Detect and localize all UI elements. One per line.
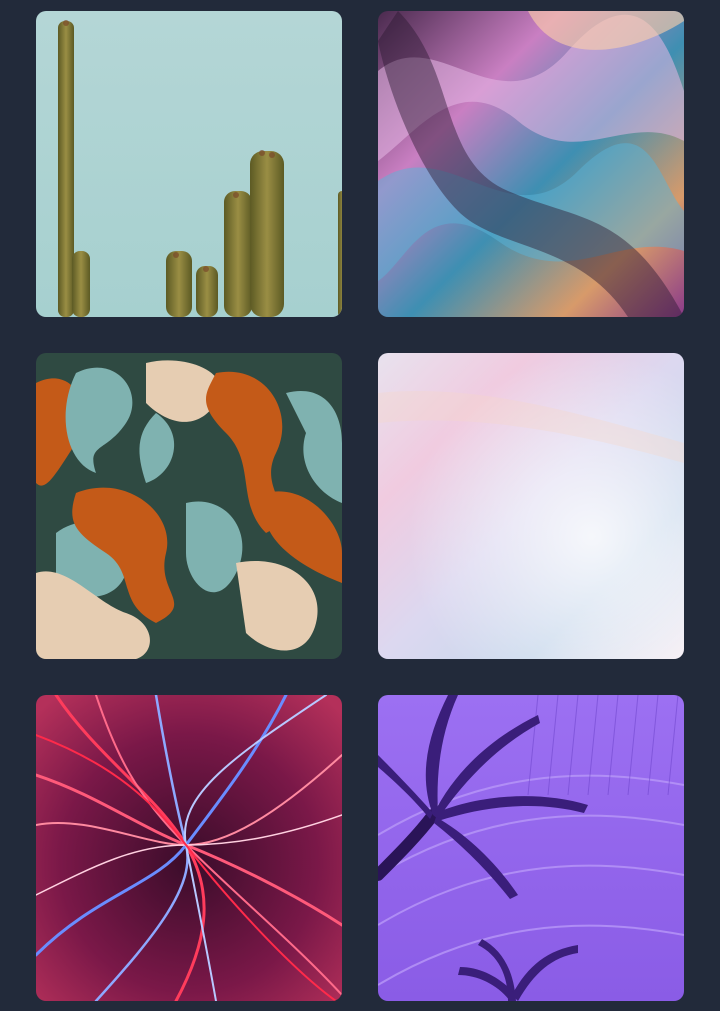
image-gallery — [0, 0, 720, 1011]
pastel-gradient-image — [378, 353, 684, 659]
gallery-tile-purple-palm-tree[interactable] — [378, 695, 684, 1001]
gallery-tile-cactus[interactable] — [36, 11, 342, 317]
gallery-tile-pastel-gradient[interactable] — [378, 353, 684, 659]
gallery-tile-marbled-camouflage[interactable] — [36, 353, 342, 659]
iridescent-fabric-image — [378, 11, 684, 317]
marbled-camouflage-image — [36, 353, 342, 659]
cactus-image — [36, 11, 342, 317]
purple-palm-tree-image — [378, 695, 684, 1001]
gallery-tile-iridescent-fabric[interactable] — [378, 11, 684, 317]
neon-light-trails-image — [36, 695, 342, 1001]
gallery-tile-neon-light-trails[interactable] — [36, 695, 342, 1001]
